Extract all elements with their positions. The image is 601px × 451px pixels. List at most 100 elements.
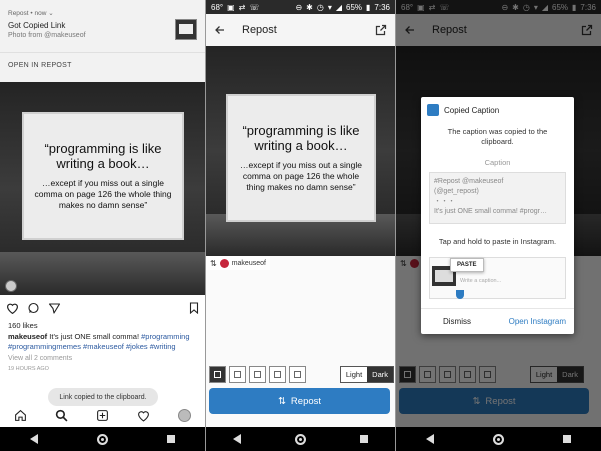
instagram-panel: Repost • now ⌄ Got Copied Link Photo fro… [0, 0, 205, 451]
back-nav-icon[interactable] [233, 434, 241, 444]
instagram-badge-icon [219, 258, 229, 268]
theme-toggle: Light Dark [339, 365, 394, 383]
position-top-right[interactable] [269, 365, 286, 383]
post-image[interactable]: “programming is like writing a book… …ex… [0, 82, 205, 295]
profile-tab-avatar[interactable] [178, 408, 191, 422]
caption-text: It's just ONE small comma! [47, 332, 142, 341]
caption-username[interactable]: makeuseof [8, 332, 47, 341]
open-in-repost-button[interactable]: OPEN IN REPOST [8, 62, 72, 69]
caption-line: ・・・ [434, 198, 455, 205]
share-icon[interactable] [48, 302, 61, 314]
like-count[interactable]: 160 likes [8, 321, 38, 330]
repost-panel: 68° ▣ ⇄ ☏ ⊖ ✱ ◷ ▾ ◢ 65% ▮ 7:36 Repost “p… [206, 0, 395, 451]
caption-line: (@get_repost) [434, 188, 479, 195]
temperature: 68° [211, 2, 224, 12]
bookmark-icon[interactable] [189, 302, 199, 314]
home-nav-icon[interactable] [295, 433, 306, 445]
copied-caption-panel: 68° ▣ ⇄ ☏ ⊖ ✱ ◷ ▾ ◢ 65% ▮ 7:36 Repost ⇅ [396, 0, 601, 451]
dismiss-button[interactable]: Dismiss [443, 317, 471, 326]
position-bottom-right[interactable] [229, 365, 246, 383]
repost-notification[interactable]: Repost • now ⌄ Got Copied Link Photo fro… [0, 0, 205, 82]
alarm-icon: ◷ [316, 2, 324, 12]
quote-line-2: …except if you miss out a single comma o… [34, 178, 172, 210]
back-arrow-icon[interactable] [214, 24, 226, 36]
recents-nav-icon[interactable] [563, 435, 572, 443]
app-bar: Repost [206, 14, 395, 46]
quote-line-1: “programming is like writing a book… [44, 141, 162, 171]
attribution-username: makeuseof [231, 259, 266, 267]
comment-icon[interactable] [27, 302, 40, 314]
paste-demo: PASTE Write a caption... [429, 257, 566, 299]
notification-header: Repost • now ⌄ [8, 10, 54, 17]
tap-hint: Tap and hold to paste in Instagram. [438, 237, 557, 246]
view-comments-link[interactable]: View all 2 comments [8, 355, 72, 362]
back-nav-icon[interactable] [425, 434, 434, 444]
signal-icon: ◢ [335, 2, 342, 12]
recents-nav-icon[interactable] [167, 435, 176, 443]
wifi-icon: ▾ [327, 2, 332, 12]
floor [0, 252, 205, 295]
profile-avatar-small[interactable] [5, 280, 17, 292]
post-time: 19 HOURS AGO [8, 366, 49, 372]
copied-caption-dialog: Copied Caption The caption was copied to… [421, 97, 574, 334]
repost-button[interactable]: ⇅ Repost [209, 388, 390, 414]
home-icon[interactable] [14, 409, 27, 422]
dialog-header: Copied Caption [427, 103, 499, 117]
repost-app-icon [427, 104, 439, 116]
home-nav-icon[interactable] [96, 433, 108, 445]
notification-title: Got Copied Link [8, 21, 66, 30]
dialog-title: Copied Caption [444, 105, 500, 115]
position-none[interactable] [289, 365, 306, 383]
sync-icon: ⊖ [295, 2, 303, 12]
add-post-icon[interactable] [96, 409, 109, 422]
position-top-left[interactable] [249, 365, 266, 383]
repost-button-icon: ⇅ [277, 395, 286, 407]
quote-line-2: …except if you miss out a single comma o… [240, 160, 362, 192]
post-caption: makeuseof It's just ONE small comma! #pr… [8, 332, 200, 352]
position-options: Light Dark [209, 364, 394, 384]
back-nav-icon[interactable] [29, 434, 38, 444]
battery-icon: ▮ [366, 2, 371, 12]
caption-line: It's just ONE small comma! #progr… [434, 208, 547, 215]
dialog-message: The caption was copied to the clipboard. [447, 127, 548, 146]
open-external-icon[interactable] [375, 24, 387, 36]
repost-icon: ⇅ [210, 258, 217, 268]
quote-line-1: “programming is like writing a book… [242, 123, 360, 153]
notification-subtitle: Photo from @makeuseof [8, 32, 86, 39]
android-nav-bar [396, 427, 601, 451]
activity-heart-icon[interactable] [137, 409, 150, 422]
repost-button-label: Repost [290, 395, 322, 407]
instagram-tab-bar [0, 404, 205, 426]
post-actions [6, 300, 199, 316]
caption-line: #Repost @makeuseof [434, 178, 504, 185]
image-status-icon: ▣ [227, 2, 235, 12]
status-bar: 68° ▣ ⇄ ☏ ⊖ ✱ ◷ ▾ ◢ 65% ▮ 7:36 [206, 0, 395, 14]
paste-popup: PASTE [450, 258, 484, 272]
repost-preview-image: “programming is like writing a book… …ex… [206, 46, 395, 256]
dialog-divider [421, 308, 574, 309]
text-cursor-handle [456, 290, 464, 299]
position-bottom-left[interactable] [209, 365, 226, 383]
quote-screen: “programming is like writing a book… …ex… [22, 112, 184, 240]
quote-screen: “programming is like writing a book… …ex… [226, 94, 376, 222]
android-nav-bar [206, 427, 395, 451]
repost-status-icon: ⇄ [238, 2, 246, 12]
clock: 7:36 [374, 2, 390, 12]
heart-icon[interactable] [6, 302, 19, 314]
light-option[interactable]: Light [340, 366, 368, 382]
app-title: Repost [242, 24, 277, 36]
open-instagram-button[interactable]: Open Instagram [509, 317, 566, 326]
android-nav-bar [0, 427, 205, 451]
dark-option[interactable]: Dark [367, 366, 393, 382]
write-caption-placeholder: Write a caption... [460, 278, 502, 284]
notification-divider [0, 52, 205, 53]
caption-box[interactable]: #Repost @makeuseof (@get_repost) ・・・ It'… [429, 172, 566, 224]
bluetooth-icon: ✱ [306, 2, 313, 12]
repost-attribution: ⇅ makeuseof [206, 256, 270, 270]
search-icon[interactable] [55, 409, 68, 422]
home-nav-icon[interactable] [492, 433, 504, 445]
battery-percent: 65% [346, 2, 363, 12]
notification-thumbnail [175, 19, 197, 40]
caption-label: Caption [484, 158, 511, 167]
recents-nav-icon[interactable] [360, 435, 368, 443]
